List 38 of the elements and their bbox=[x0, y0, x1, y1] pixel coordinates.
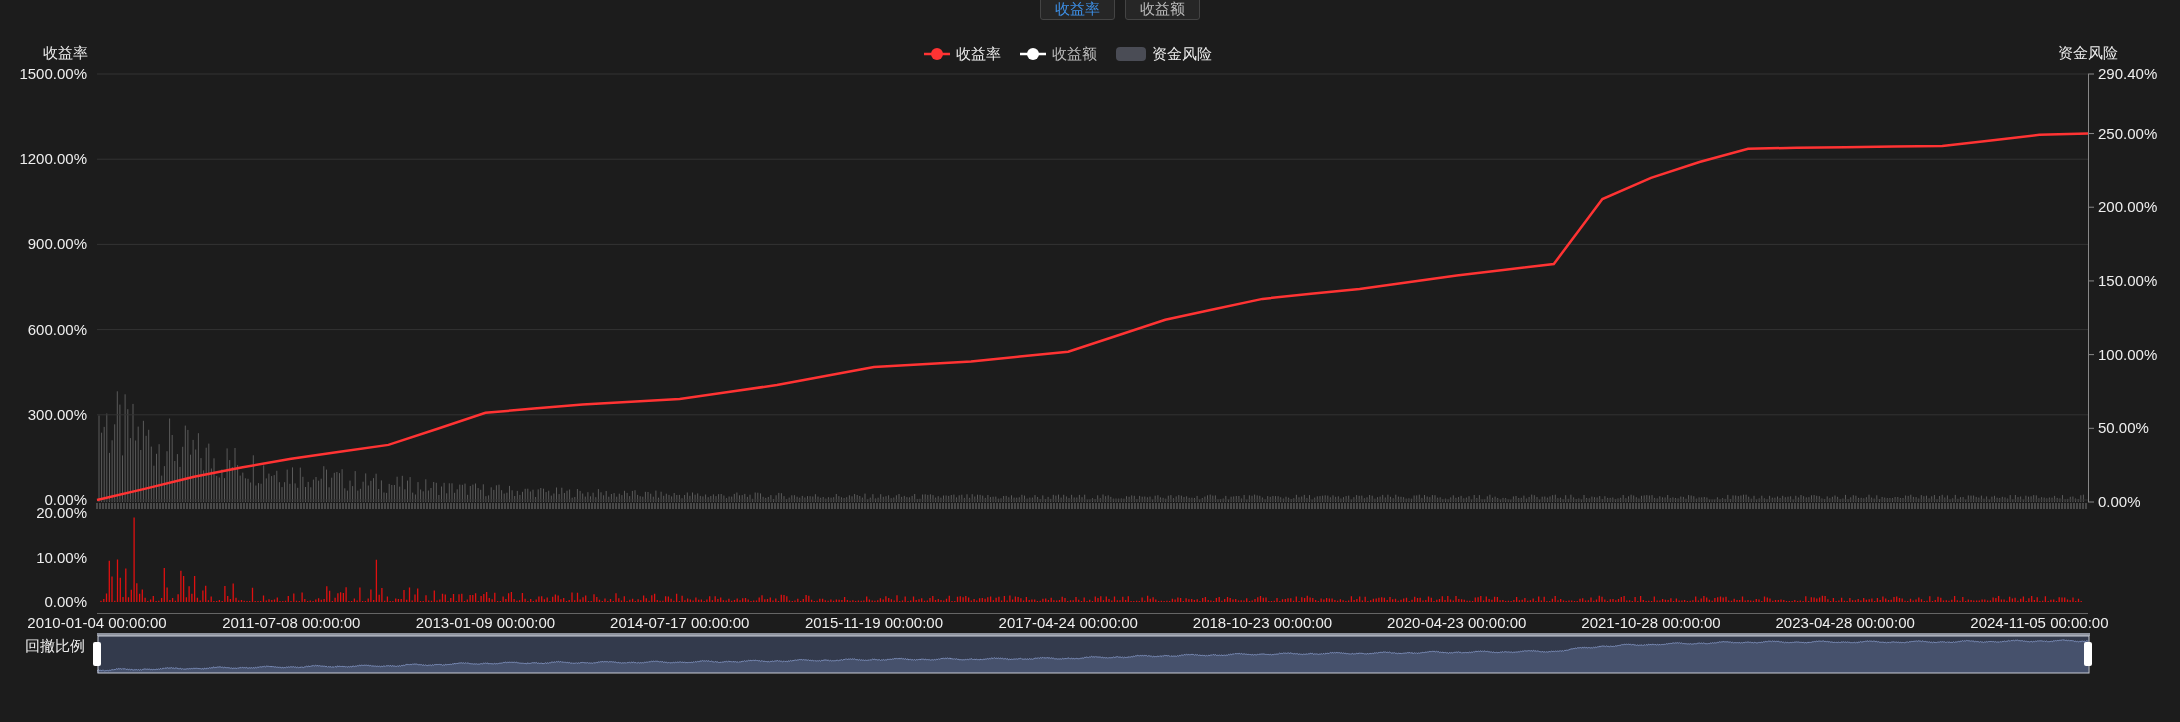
slider-handle[interactable] bbox=[2084, 642, 2092, 666]
legend-item[interactable]: 收益率 bbox=[924, 45, 1001, 62]
axis-label: 2021-10-28 00:00:00 bbox=[1581, 614, 1721, 631]
axis-label: 2014-07-17 00:00:00 bbox=[610, 614, 750, 631]
axis-label: 2024-11-05 00:00:00 bbox=[1970, 614, 2109, 631]
line-marker-icon bbox=[924, 48, 950, 60]
axis-label: 1200.00% bbox=[19, 150, 87, 168]
line-marker-icon bbox=[1020, 48, 1046, 60]
axis-label: 200.00% bbox=[2098, 198, 2158, 216]
axis-label: 100.00% bbox=[2098, 345, 2158, 363]
axis-label: 2015-11-19 00:00:00 bbox=[804, 614, 944, 631]
axis-label: 2010-01-04 00:00:00 bbox=[27, 614, 167, 631]
axis-label: 150.00% bbox=[2098, 271, 2158, 289]
axis-label: 1500.00% bbox=[19, 65, 87, 82]
axis-label: 300.00% bbox=[27, 405, 87, 423]
zoom-slider[interactable] bbox=[93, 633, 2092, 674]
axis-title: 资金风险 bbox=[2058, 44, 2118, 61]
axis-label: 2017-04-24 00:00:00 bbox=[998, 614, 1138, 631]
view-tab[interactable]: 收益额 bbox=[1125, 0, 1200, 20]
axis-label: 250.00% bbox=[2098, 124, 2158, 142]
legend-item[interactable]: 资金风险 bbox=[1116, 45, 1212, 62]
axis-label: 290.40% bbox=[2098, 65, 2158, 82]
axis-label: 0.00% bbox=[44, 593, 87, 610]
axis-label: 2013-01-09 00:00:00 bbox=[415, 614, 556, 631]
axis-label: 2020-04-23 00:00:00 bbox=[1387, 614, 1527, 631]
axis-label: 2023-04-28 00:00:00 bbox=[1775, 614, 1915, 631]
axis-title: 收益率 bbox=[43, 44, 88, 61]
slider-handle[interactable] bbox=[93, 642, 101, 666]
axis-label: 600.00% bbox=[27, 320, 87, 338]
axis-label: 0.00% bbox=[2098, 493, 2141, 510]
chart-title: 回撤比例 bbox=[25, 637, 85, 654]
axis-label: 50.00% bbox=[2098, 419, 2149, 437]
axis-label: 10.00% bbox=[36, 548, 87, 566]
legend-item[interactable]: 收益额 bbox=[1020, 45, 1097, 62]
axis-label: 2018-10-23 00:00:00 bbox=[1192, 614, 1333, 631]
axis-label: 900.00% bbox=[27, 235, 87, 253]
axis-label: 2011-07-08 00:00:00 bbox=[222, 614, 361, 631]
view-tab[interactable]: 收益率 bbox=[1040, 0, 1115, 20]
